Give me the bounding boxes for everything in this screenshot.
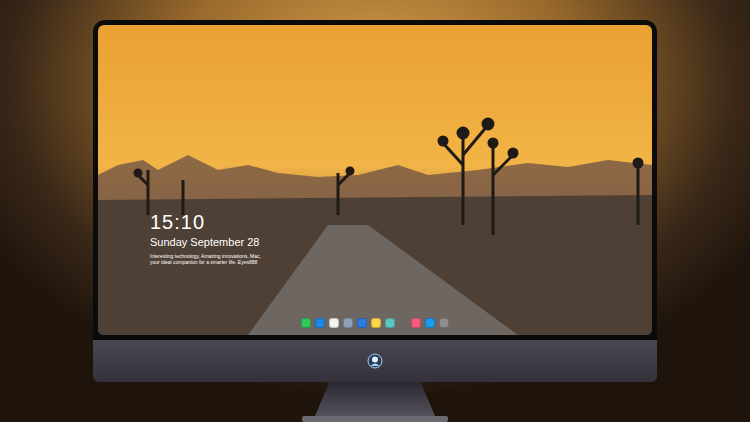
lock-clock: 15:10 Sunday September 28 Interesting te… xyxy=(150,211,262,265)
brand-logo-icon xyxy=(367,353,383,369)
dock-app-icon[interactable] xyxy=(343,318,353,328)
wallpaper-landscape-icon xyxy=(98,25,652,335)
dock-app-icon[interactable] xyxy=(301,318,311,328)
monitor-stand xyxy=(315,382,435,416)
dock-app-icon[interactable] xyxy=(357,318,367,328)
desktop-screen: 15:10 Sunday September 28 Interesting te… xyxy=(98,25,652,335)
clock-date: Sunday September 28 xyxy=(150,235,262,249)
dock-app-icon[interactable] xyxy=(329,318,339,328)
dock-app-icon[interactable] xyxy=(371,318,381,328)
monitor-base xyxy=(302,416,448,422)
monitor: 15:10 Sunday September 28 Interesting te… xyxy=(0,0,750,422)
dock-app-icon[interactable] xyxy=(425,318,435,328)
monitor-chin xyxy=(93,340,657,382)
clock-time: 15:10 xyxy=(150,211,262,233)
dock-app-icon[interactable] xyxy=(411,318,421,328)
monitor-bezel: 15:10 Sunday September 28 Interesting te… xyxy=(93,20,657,340)
dock xyxy=(298,316,452,330)
dock-app-icon[interactable] xyxy=(315,318,325,328)
dock-app-icon[interactable] xyxy=(385,318,395,328)
dock-app-icon[interactable] xyxy=(439,318,449,328)
tagline: Interesting technology, Amazing innovati… xyxy=(150,253,262,265)
